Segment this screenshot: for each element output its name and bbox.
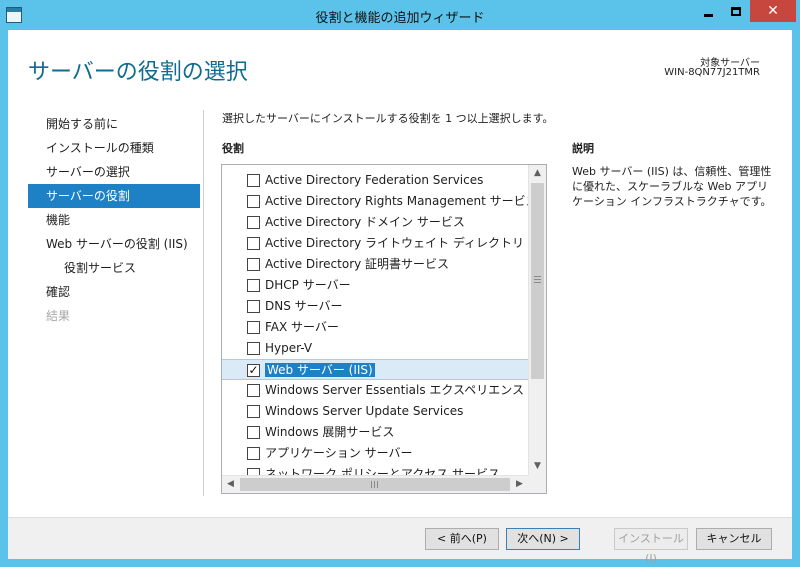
nav-item[interactable]: サーバーの選択 <box>28 160 200 184</box>
role-checkbox[interactable] <box>247 195 260 208</box>
role-list-item[interactable]: DHCP サーバー <box>222 275 528 296</box>
title-bar: 役割と機能の追加ウィザード ✕ <box>0 0 800 30</box>
role-label: Active Directory Rights Management サービス <box>265 194 528 208</box>
nav-item[interactable]: 確認 <box>28 280 200 304</box>
horizontal-scrollbar[interactable]: ◀ ▶ <box>222 475 528 493</box>
role-list-item[interactable]: Windows 展開サービス <box>222 422 528 443</box>
minimize-button[interactable] <box>694 0 722 22</box>
nav-item[interactable]: Web サーバーの役割 (IIS) <box>28 232 200 256</box>
role-label: Active Directory ライトウェイト ディレクトリ サービス <box>265 236 528 250</box>
vertical-scrollbar[interactable]: ▲ ▼ <box>528 165 546 475</box>
role-checkbox[interactable] <box>247 258 260 271</box>
nav-item[interactable]: 開始する前に <box>28 112 200 136</box>
nav-item[interactable]: 役割サービス <box>28 256 200 280</box>
role-label: FAX サーバー <box>265 320 339 334</box>
description-header: 説明 <box>572 142 594 155</box>
minimize-icon <box>703 13 713 17</box>
role-list-item[interactable]: アプリケーション サーバー <box>222 443 528 464</box>
wizard-client-area: サーバーの役割の選択 対象サーバー WIN-8QN77J21TMR 開始する前に… <box>8 30 792 565</box>
horizontal-scroll-thumb[interactable] <box>240 478 510 491</box>
role-label: Active Directory 証明書サービス <box>265 257 450 271</box>
role-list-item[interactable]: Active Directory 証明書サービス <box>222 254 528 275</box>
role-list-item[interactable]: DNS サーバー <box>222 296 528 317</box>
nav-item[interactable]: サーバーの役割 <box>28 184 200 208</box>
roles-listbox[interactable]: Active Directory Federation Services Acti… <box>221 164 547 494</box>
role-list-item[interactable]: Windows Server Update Services <box>222 401 528 422</box>
role-checkbox[interactable] <box>247 342 260 355</box>
grip-line <box>371 481 372 488</box>
wizard-footer: < 前へ(P) 次へ(N) > インストール(I) キャンセル <box>8 517 792 565</box>
role-checkbox[interactable] <box>247 384 260 397</box>
page-title: サーバーの役割の選択 <box>28 60 248 85</box>
roles-header: 役割 <box>222 142 244 155</box>
window-title: 役割と機能の追加ウィザード <box>315 11 485 26</box>
nav-item[interactable]: インストールの種類 <box>28 136 200 160</box>
role-checkbox[interactable] <box>247 174 260 187</box>
role-list-item[interactable]: Active Directory Federation Services <box>222 170 528 191</box>
scrollbar-corner <box>528 475 546 493</box>
role-label: DHCP サーバー <box>265 278 351 292</box>
nav-item: 結果 <box>46 309 71 323</box>
nav-item[interactable]: 機能 <box>28 208 200 232</box>
scroll-right-arrow-icon[interactable]: ▶ <box>511 476 528 493</box>
vertical-scroll-thumb[interactable] <box>531 183 544 379</box>
role-list-item[interactable]: Active Directory ドメイン サービス <box>222 212 528 233</box>
role-checkbox[interactable] <box>247 426 260 439</box>
grip-line <box>374 481 375 488</box>
role-label: Hyper-V <box>265 341 313 355</box>
scroll-left-arrow-icon[interactable]: ◀ <box>222 476 239 493</box>
grip-line <box>534 282 541 283</box>
roles-list: Active Directory Federation Services Acti… <box>222 170 528 485</box>
role-label: Active Directory ドメイン サービス <box>265 215 465 229</box>
role-list-item[interactable]: Windows Server Essentials エクスペリエンス <box>222 380 528 401</box>
role-label: Web サーバー (IIS) <box>265 363 375 377</box>
role-checkbox[interactable] <box>247 321 260 334</box>
grip-line <box>534 279 541 280</box>
nav-divider <box>203 110 204 496</box>
role-checkbox[interactable]: ✓ <box>247 364 260 377</box>
role-list-item[interactable]: Active Directory Rights Management サービス <box>222 191 528 212</box>
role-list-item[interactable]: Hyper-V <box>222 338 528 359</box>
close-button[interactable]: ✕ <box>750 0 796 22</box>
role-checkbox[interactable] <box>247 237 260 250</box>
role-checkbox[interactable] <box>247 279 260 292</box>
maximize-button[interactable] <box>722 0 750 22</box>
target-server-name: WIN-8QN77J21TMR <box>664 67 760 78</box>
role-label: Active Directory Federation Services <box>265 173 484 187</box>
role-label: アプリケーション サーバー <box>265 446 413 460</box>
grip-line <box>534 276 541 277</box>
role-list-item[interactable]: FAX サーバー <box>222 317 528 338</box>
role-checkbox[interactable] <box>247 447 260 460</box>
role-list-item[interactable]: Active Directory ライトウェイト ディレクトリ サービス <box>222 233 528 254</box>
role-checkbox[interactable] <box>247 216 260 229</box>
cancel-button[interactable]: キャンセル <box>696 528 772 550</box>
instruction-text: 選択したサーバーにインストールする役割を 1 つ以上選択します。 <box>222 112 554 125</box>
role-label: Windows Server Essentials エクスペリエンス <box>265 383 524 397</box>
close-icon: ✕ <box>767 3 779 19</box>
install-button[interactable]: インストール(I) <box>614 528 688 565</box>
wizard-nav: 開始する前に インストールの種類 サーバーの選択 サーバーの役割 機能 Web サーバーの… <box>28 112 200 328</box>
role-checkbox[interactable] <box>247 405 260 418</box>
role-checkbox[interactable] <box>247 300 260 313</box>
role-label: Windows 展開サービス <box>265 425 395 439</box>
scroll-down-arrow-icon[interactable]: ▼ <box>529 458 546 475</box>
previous-button[interactable]: < 前へ(P) <box>425 528 499 550</box>
description-text: Web サーバー (IIS) は、信頼性、管理性に優れた、スケーラブルな Web… <box>572 165 772 208</box>
role-label: DNS サーバー <box>265 299 343 313</box>
role-list-item[interactable]: ✓ Web サーバー (IIS) <box>222 359 528 380</box>
next-button[interactable]: 次へ(N) > <box>506 528 580 550</box>
grip-line <box>377 481 378 488</box>
scroll-up-arrow-icon[interactable]: ▲ <box>529 165 546 182</box>
role-label: Windows Server Update Services <box>265 404 464 418</box>
maximize-icon <box>731 6 741 16</box>
